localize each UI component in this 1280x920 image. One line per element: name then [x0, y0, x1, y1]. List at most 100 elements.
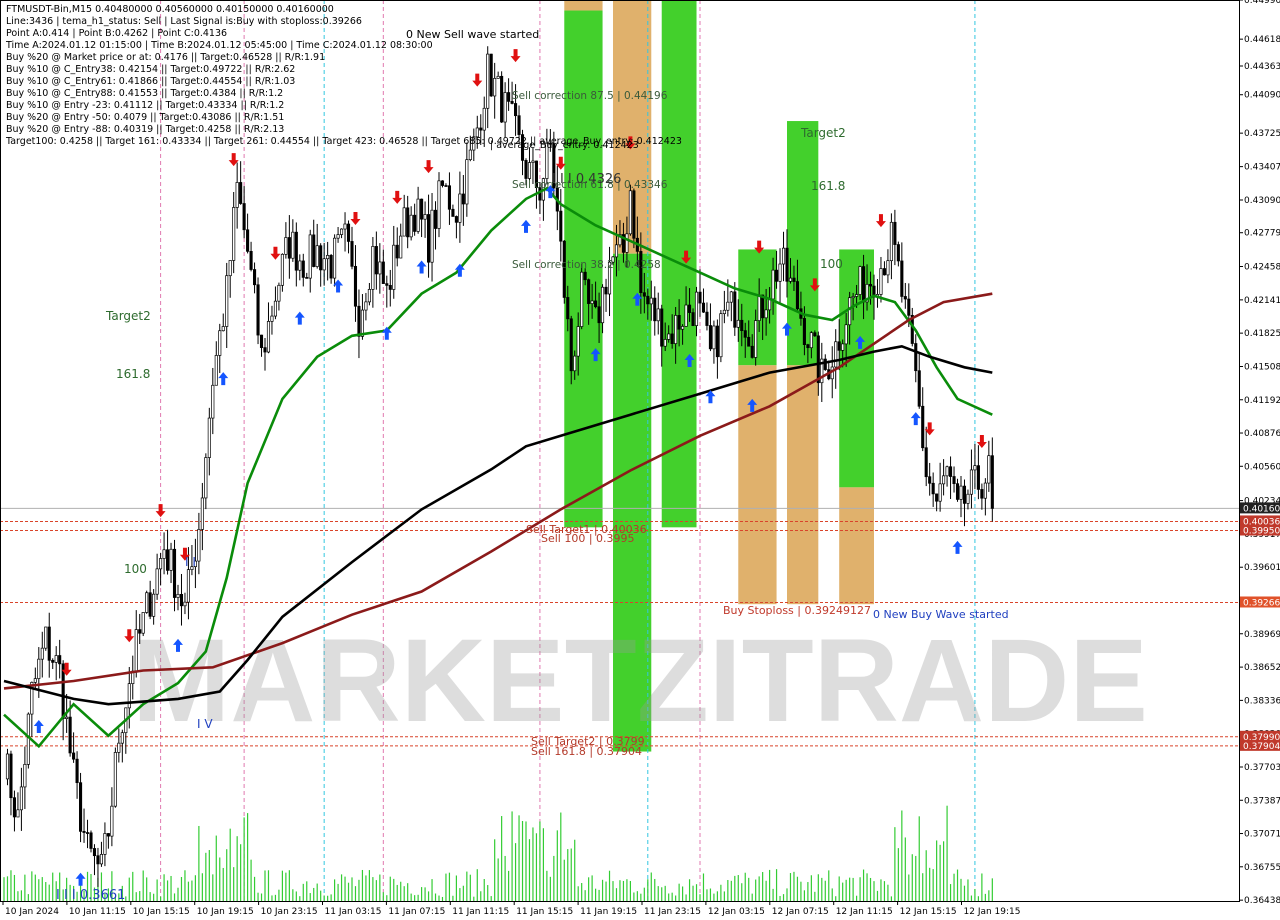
candle-body — [917, 370, 921, 407]
candle-body — [33, 678, 37, 683]
buy-arrow-icon — [75, 872, 86, 886]
candle-body — [990, 455, 994, 509]
ii-label: I I — [185, 555, 196, 569]
y-tick-label: 0.44618 — [1244, 35, 1280, 45]
candle-body — [688, 304, 692, 313]
candle-body — [82, 831, 86, 833]
candle-body — [9, 753, 13, 799]
candle-body — [559, 210, 563, 242]
candle-body — [298, 260, 302, 271]
candle-body — [117, 742, 121, 753]
candle-body — [691, 312, 695, 326]
candle-body — [183, 601, 187, 607]
candle-body — [931, 482, 935, 495]
candle-body — [900, 260, 904, 297]
candle-body — [775, 269, 779, 282]
candle-body — [256, 284, 260, 336]
info-line: Point A:0.414 | Point B:0.4262 | Point C… — [6, 28, 228, 39]
candle-body — [952, 476, 956, 485]
info-line: Line:3436 | tema_h1_status: Sell | Last … — [6, 16, 362, 27]
sell-arrow-icon — [392, 190, 403, 204]
candle-body — [413, 214, 417, 232]
candle-body — [736, 319, 740, 328]
buy-arrow-icon — [910, 412, 921, 426]
candle-body — [855, 294, 859, 297]
candle-body — [781, 247, 786, 265]
candle-body — [973, 465, 977, 471]
y-tick-label: 0.44090 — [1244, 91, 1280, 101]
candle-body — [447, 185, 451, 210]
info-line: Buy %10 @ Entry -23: 0.41112 || Target:0… — [6, 100, 285, 111]
candle-body — [580, 271, 584, 327]
candle-body — [907, 298, 911, 316]
info-line: Buy %20 @ Market price or at: 0.4176 || … — [6, 52, 326, 63]
candle-body — [235, 182, 239, 208]
candle-body — [388, 285, 392, 290]
candle-body — [524, 160, 528, 179]
candle-body — [614, 244, 619, 258]
candle-body — [583, 271, 587, 281]
candle-body — [367, 289, 371, 303]
candle-body — [935, 493, 939, 502]
info-line: Buy %10 @ C_Entry61: 0.41866 || Target:0… — [6, 76, 296, 87]
candle-body — [788, 277, 793, 282]
candle-body — [51, 659, 55, 663]
candle-body — [16, 809, 20, 818]
volume-layer — [3, 805, 993, 901]
candle-body — [152, 593, 156, 617]
x-tick-label: 10 Jan 23:15 — [261, 907, 318, 917]
candle-body — [346, 223, 351, 242]
candle-body — [868, 283, 873, 287]
info-panel: FTMUSDT-Bin,M15 0.40480000 0.40560000 0.… — [6, 4, 682, 148]
candle-body — [976, 465, 980, 490]
x-axis: 10 Jan 2024 10 Jan 11:15 10 Jan 15:15 10 Ja… — [0, 901, 1239, 920]
candle-body — [374, 246, 378, 275]
candle-body — [141, 612, 145, 634]
info-line: Buy %10 @ C_Entry38: 0.42154 || Target:0… — [6, 64, 296, 75]
candle-body — [879, 268, 883, 295]
sell-correction-382: Sell correction 38.2 | 0.4258 — [512, 259, 661, 271]
target2-left: Target2 — [105, 309, 151, 323]
sell-arrow-icon — [423, 160, 434, 174]
candle-body — [138, 629, 142, 634]
candle-body — [969, 469, 973, 495]
candle-body — [837, 341, 841, 351]
candle-body — [420, 198, 424, 220]
candle-body — [806, 344, 810, 349]
x-tick-label: 12 Jan 19:15 — [964, 907, 1021, 917]
candle-body — [914, 343, 918, 372]
candle-body — [291, 231, 295, 259]
candle-body — [37, 658, 41, 679]
candle-body — [343, 223, 347, 230]
target2-top: Target2 — [800, 126, 846, 140]
candle-body — [705, 311, 709, 326]
candle-body — [197, 529, 201, 562]
f1618-left: 161.8 — [116, 367, 150, 381]
candle-body — [802, 318, 806, 345]
x-tick-label: 11 Jan 23:15 — [644, 907, 701, 917]
candle-body — [601, 286, 605, 324]
candle-body — [987, 455, 991, 484]
price-label: 0.40160 — [1243, 504, 1280, 514]
iv-label: I V — [197, 717, 213, 731]
candle-body — [253, 269, 257, 286]
candle-body — [809, 332, 813, 349]
candle-body — [444, 185, 448, 187]
candle-body — [89, 832, 93, 849]
candle-body — [465, 159, 469, 205]
candle-body — [841, 343, 845, 351]
candle-body — [966, 493, 970, 504]
f100-top: 100 — [820, 257, 843, 271]
orange-zone — [738, 365, 777, 605]
y-tick-label: 0.38652 — [1244, 663, 1280, 673]
sell-arrow-icon — [155, 504, 166, 518]
y-tick-label: 0.44363 — [1244, 62, 1280, 72]
candle-body — [757, 294, 761, 321]
candle-body — [65, 716, 69, 719]
candle-body — [792, 277, 796, 282]
x-tick-label: 10 Jan 2024 — [5, 907, 59, 917]
candle-body — [308, 234, 312, 279]
candle-body — [120, 732, 124, 744]
candle-body — [945, 466, 949, 477]
candle-body — [785, 247, 789, 282]
